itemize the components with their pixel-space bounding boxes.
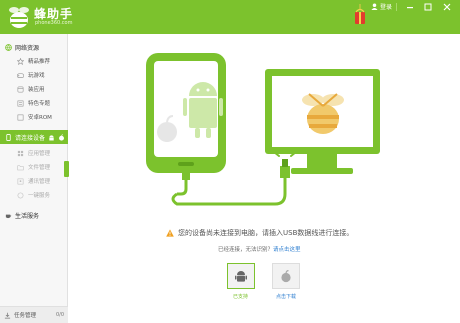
- sidebar-item-label: 一键服务: [28, 193, 51, 199]
- android-icon: [235, 271, 247, 282]
- header-divider: [396, 3, 397, 11]
- monitor-illustration: [265, 69, 380, 174]
- rom-icon: [17, 114, 24, 120]
- folder-icon: [17, 164, 24, 170]
- login-label: 登录: [380, 4, 393, 11]
- star-icon: [17, 57, 24, 65]
- bee-logo-icon: [9, 7, 29, 28]
- close-button[interactable]: [440, 1, 454, 13]
- sidebar-section-network[interactable]: 网络资源: [0, 40, 68, 54]
- cup-icon: [5, 214, 12, 218]
- android-label: 已支持: [233, 294, 249, 300]
- sidebar-item-topics[interactable]: 特色专题: [0, 97, 68, 109]
- phone-icon: [6, 133, 11, 141]
- help-line: 已经连接，无法识别？请点击这里: [218, 245, 301, 253]
- sidebar-item-label: 玩游戏: [28, 73, 45, 79]
- apple-small-icon: [59, 133, 64, 141]
- gift-icon[interactable]: [354, 4, 366, 26]
- grid-icon: [17, 150, 24, 156]
- android-small-icon: [49, 134, 54, 140]
- gamepad-icon: [17, 72, 24, 78]
- sidebar-item-games[interactable]: 玩游戏: [0, 69, 68, 81]
- sidebar-section-device[interactable]: 请连接设备: [0, 130, 68, 144]
- topic-icon: [17, 100, 24, 106]
- task-manager-label: 任务管理: [14, 313, 37, 319]
- contacts-icon: [17, 178, 24, 184]
- sidebar-item-apps[interactable]: 装应用: [0, 83, 68, 95]
- login-button[interactable]: 登录: [371, 2, 392, 11]
- warning-icon: [166, 229, 174, 237]
- sidebar-item-contacts[interactable]: 通讯管理: [0, 175, 68, 187]
- download-icon: [4, 312, 11, 318]
- sidebar-section-label: 请连接设备: [15, 134, 46, 142]
- title-bar: 蜂助手 phone360.com 登录: [0, 0, 460, 34]
- minimize-button[interactable]: [403, 1, 417, 13]
- ios-button[interactable]: [272, 263, 300, 289]
- apps-icon: [17, 86, 24, 92]
- sidebar-item-label: 精品推荐: [28, 59, 51, 65]
- sidebar-item-label: 通讯管理: [28, 179, 51, 185]
- sidebar-item-label: 特色专题: [28, 101, 51, 107]
- sidebar-item-label: 装应用: [28, 87, 45, 93]
- connection-illustration: [146, 53, 380, 206]
- maximize-button[interactable]: [421, 1, 435, 13]
- sidebar-item-app-manager[interactable]: 应用管理: [0, 147, 68, 159]
- maximize-icon: [424, 3, 432, 11]
- phone-illustration: [146, 53, 287, 206]
- sidebar-item-file-manager[interactable]: 文件管理: [0, 161, 68, 173]
- task-manager-bar[interactable]: 任务管理 0/0: [0, 306, 68, 323]
- main-content: 您的设备尚未连接到电脑，请插入USB数据线进行连接。 已经连接，无法识别？请点击…: [69, 34, 460, 323]
- android-button[interactable]: [227, 263, 255, 289]
- sidebar-section-life[interactable]: 生活服务: [0, 208, 68, 222]
- help-prefix: 已经连接，无法识别？: [218, 247, 274, 253]
- warning-text: 您的设备尚未连接到电脑，请插入USB数据线进行连接。: [178, 229, 354, 237]
- sidebar-item-rom[interactable]: 安卓ROM: [0, 111, 68, 123]
- brand-subtitle: phone360.com: [35, 20, 73, 26]
- apple-icon: [281, 270, 291, 283]
- sidebar-item-one-click[interactable]: 一键服务: [0, 189, 68, 201]
- close-icon: [443, 3, 451, 11]
- globe-icon: [5, 43, 12, 51]
- minimize-icon: [407, 7, 413, 9]
- sidebar-item-label: 应用管理: [28, 151, 51, 157]
- ios-label[interactable]: 点击下载: [276, 293, 296, 300]
- help-link[interactable]: 请点击这里: [273, 247, 301, 253]
- sidebar-item-recommended[interactable]: 精品推荐: [0, 55, 68, 67]
- warning-message: 您的设备尚未连接到电脑，请插入USB数据线进行连接。: [166, 228, 353, 238]
- sidebar-item-label: 安卓ROM: [28, 115, 52, 121]
- service-icon: [17, 192, 24, 198]
- sidebar: 网络资源 精品推荐 玩游戏 装应用 特色专题 安卓ROM 请连接设备 应用管理 …: [0, 34, 68, 323]
- sidebar-section-label: 生活服务: [15, 212, 40, 220]
- sidebar-item-label: 文件管理: [28, 165, 51, 171]
- sidebar-section-label: 网络资源: [15, 44, 40, 52]
- user-icon: [371, 3, 378, 10]
- task-count: 0/0: [55, 312, 64, 318]
